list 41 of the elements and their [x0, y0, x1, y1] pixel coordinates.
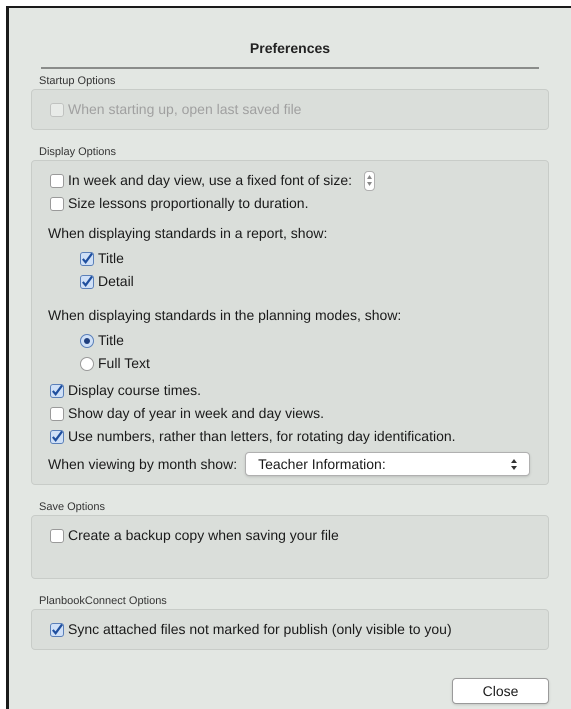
checkbox-option[interactable]: Detail — [80, 270, 134, 293]
checkmark-icon — [51, 430, 63, 443]
checkbox[interactable] — [80, 252, 94, 266]
checkmark-icon — [81, 275, 93, 288]
section-title: PlanbookConnect Options — [38, 594, 168, 609]
checkmark-icon — [51, 384, 63, 397]
checkbox[interactable] — [50, 622, 64, 636]
close-button[interactable]: Close — [452, 678, 549, 704]
checkbox-option[interactable]: Title — [80, 247, 124, 270]
checkbox-option[interactable]: In week and day view, use a fixed font of size: — [50, 169, 352, 192]
checkbox[interactable] — [80, 274, 94, 288]
radio-option[interactable]: Title — [80, 329, 530, 352]
checkbox-option[interactable]: Show day of year in week and day views. — [50, 402, 324, 425]
checkbox[interactable] — [50, 430, 64, 444]
checkbox[interactable] — [50, 406, 64, 420]
section-title: Save Options — [38, 500, 106, 515]
group-heading: When displaying standards in the planning modes, show: — [48, 306, 402, 325]
dropdown-select[interactable]: Teacher Information: — [245, 452, 530, 476]
up-arrow-icon — [367, 175, 372, 179]
select-label: When viewing by month show: — [48, 454, 238, 474]
checkbox-option[interactable]: Size lessons proportionally to duration. — [50, 192, 308, 215]
section-title: Display Options — [38, 145, 118, 160]
down-arrow-icon — [367, 182, 372, 186]
checkmark-icon — [51, 623, 63, 636]
radio-button[interactable] — [80, 334, 94, 348]
checkmark-icon — [81, 252, 93, 265]
checkbox-option[interactable]: Create a backup copy when saving your file — [50, 524, 339, 547]
checkbox-option[interactable]: Sync attached files not marked for publish (only visible to you) — [50, 618, 452, 641]
group-heading: When displaying standards in a report, show: — [48, 224, 328, 243]
checkbox-option[interactable]: Display course times. — [50, 379, 202, 402]
checkbox[interactable] — [50, 196, 64, 210]
section-title: Startup Options — [38, 74, 116, 89]
stepper-control[interactable] — [364, 170, 376, 190]
checkbox[interactable] — [50, 174, 64, 188]
checkbox[interactable] — [50, 528, 64, 542]
radio-option[interactable]: Full Text — [80, 352, 530, 375]
checkbox[interactable] — [50, 384, 64, 398]
updown-arrows-icon — [511, 458, 517, 470]
window-title: Preferences — [248, 39, 332, 58]
checkbox-option[interactable]: Use numbers, rather than letters, for rotating day identification. — [50, 425, 456, 448]
radio-button[interactable] — [80, 356, 94, 370]
